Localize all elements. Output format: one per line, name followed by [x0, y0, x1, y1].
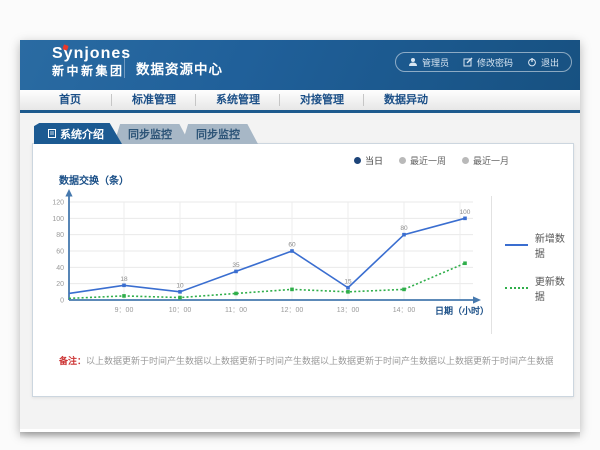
nav-item-data-change[interactable]: 数据异动	[364, 90, 448, 110]
tab-label: 系统介绍	[60, 126, 104, 142]
svg-text:100: 100	[460, 209, 471, 216]
nav-item-interface[interactable]: 对接管理	[280, 90, 364, 110]
nav-item-system[interactable]: 系统管理	[196, 90, 280, 110]
app-title: 数据资源中心	[136, 58, 223, 78]
power-icon	[527, 57, 537, 67]
svg-text:100: 100	[52, 216, 64, 223]
window-shadow	[20, 432, 580, 439]
svg-text:40: 40	[56, 265, 64, 272]
footnote-text: 以上数据更新于时间产生数据以上数据更新于时间产生数据以上数据更新于时间产生数据以…	[86, 356, 553, 366]
content-area: 系统介绍 同步监控 同步监控 当日 最近一周	[20, 113, 580, 429]
user-toolbar: 管理员 修改密码 退出	[395, 52, 572, 72]
svg-text:0: 0	[60, 298, 64, 305]
tab-system-intro[interactable]: 系统介绍	[34, 123, 122, 144]
nav-item-standards[interactable]: 标准管理	[112, 90, 196, 110]
svg-text:60: 60	[56, 249, 64, 256]
svg-text:15: 15	[344, 278, 352, 285]
svg-text:10：00: 10：00	[169, 307, 192, 314]
change-password-label: 修改密码	[477, 56, 513, 69]
tab-label: 同步监控	[196, 126, 240, 142]
footnote-prefix: 备注：	[59, 356, 86, 366]
svg-text:60: 60	[288, 242, 296, 249]
legend-line-sample	[505, 287, 528, 289]
legend-label: 新增数据	[535, 230, 573, 260]
brand-logo-text: Synjones	[52, 46, 131, 63]
svg-text:120: 120	[52, 200, 64, 207]
time-range-radios: 当日 最近一周 最近一月	[354, 154, 509, 167]
radio-dot-icon	[399, 157, 406, 164]
svg-text:10: 10	[176, 282, 184, 289]
current-user-button[interactable]: 管理员	[408, 56, 449, 69]
svg-text:日期（小时）: 日期（小时）	[435, 305, 489, 316]
tab-label: 同步监控	[128, 126, 172, 142]
svg-text:11：00: 11：00	[225, 307, 247, 314]
current-user-label: 管理员	[422, 56, 449, 69]
radio-label: 最近一周	[410, 154, 446, 167]
main-nav: 首页 标准管理 系统管理 对接管理 数据异动	[20, 90, 580, 113]
footnote: 备注：以上数据更新于时间产生数据以上数据更新于时间产生数据以上数据更新于时间产生…	[59, 354, 553, 367]
brand-logo-subtext: 新中新集团	[52, 65, 131, 78]
tab-sync-monitor-2[interactable]: 同步监控	[182, 124, 258, 144]
legend-divider	[491, 196, 492, 334]
header-divider	[124, 52, 125, 78]
radio-label: 当日	[365, 154, 383, 167]
chart-legend: 新增数据 更新数据	[505, 230, 573, 303]
legend-item-updated-data: 更新数据	[505, 273, 573, 303]
legend-line-sample	[505, 244, 528, 246]
change-password-button[interactable]: 修改密码	[463, 56, 513, 69]
y-axis-title: 数据交换（条）	[59, 172, 129, 187]
app-header: Synjones 新中新集团 数据资源中心 管理员	[20, 40, 580, 90]
page: Synjones 新中新集团 数据资源中心 管理员	[0, 0, 600, 450]
tab-sync-monitor-1[interactable]: 同步监控	[114, 124, 190, 144]
svg-text:80: 80	[56, 232, 64, 239]
svg-text:20: 20	[56, 281, 64, 288]
legend-item-new-data: 新增数据	[505, 230, 573, 260]
radio-label: 最近一月	[473, 154, 509, 167]
line-chart: 0 20 40 60 80 100 120 9：00 10：00 11：00 12：00 13：00 1…	[37, 188, 497, 332]
tab-bar: 系统介绍 同步监控 同步监控	[34, 123, 258, 144]
radio-last-week[interactable]: 最近一周	[399, 154, 446, 167]
svg-text:80: 80	[400, 225, 408, 232]
chart-panel: 当日 最近一周 最近一月 数据交换（条） 0 20 40 60 80 100 120 9：00…	[32, 143, 574, 397]
document-icon	[48, 129, 56, 138]
app-window: Synjones 新中新集团 数据资源中心 管理员	[20, 40, 580, 432]
logout-label: 退出	[541, 56, 559, 69]
radio-dot-icon	[462, 157, 469, 164]
svg-text:12：00: 12：00	[281, 307, 304, 314]
logout-button[interactable]: 退出	[527, 56, 559, 69]
edit-icon	[463, 57, 473, 67]
nav-item-home[interactable]: 首页	[28, 90, 112, 110]
radio-today[interactable]: 当日	[354, 154, 383, 167]
svg-text:18: 18	[120, 276, 128, 283]
svg-text:35: 35	[232, 262, 240, 269]
legend-label: 更新数据	[535, 273, 573, 303]
radio-last-month[interactable]: 最近一月	[462, 154, 509, 167]
svg-text:14：00: 14：00	[393, 307, 416, 314]
svg-text:13：00: 13：00	[337, 307, 360, 314]
radio-dot-icon	[354, 157, 361, 164]
user-icon	[408, 57, 418, 67]
svg-text:9：00: 9：00	[115, 307, 134, 314]
brand-logo: Synjones 新中新集团	[52, 46, 131, 77]
